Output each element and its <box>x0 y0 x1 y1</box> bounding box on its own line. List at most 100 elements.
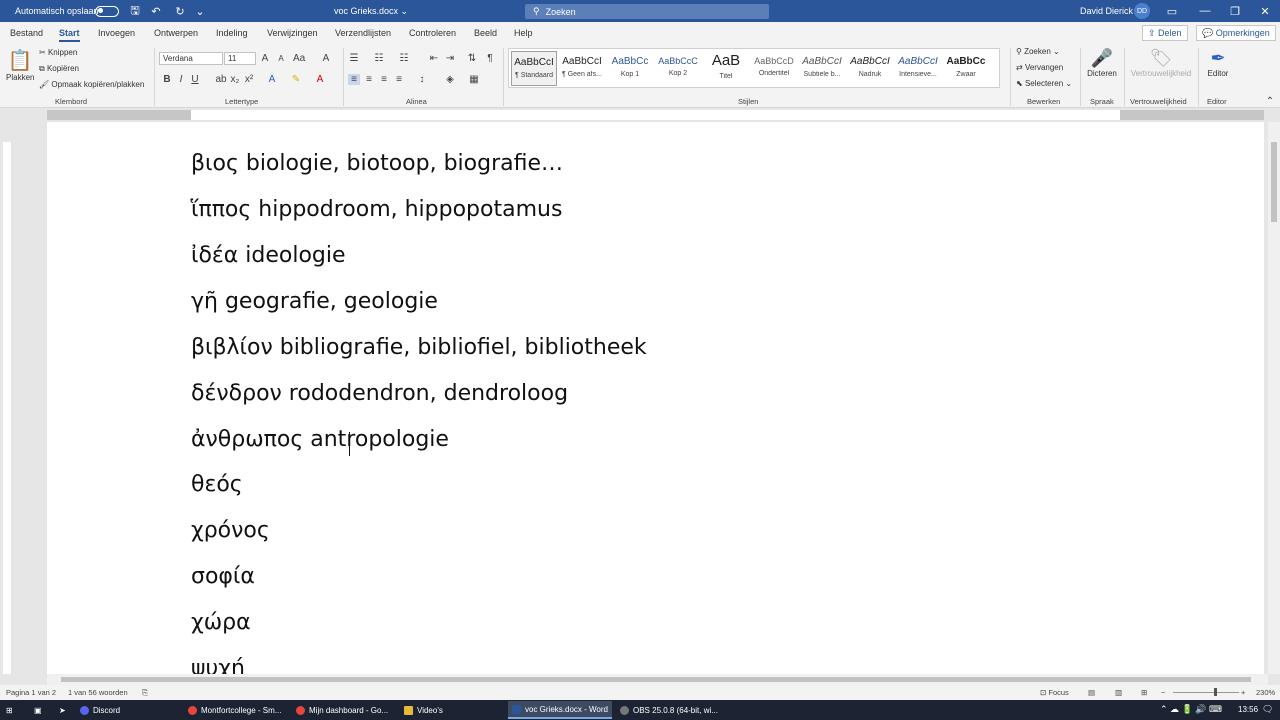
style-nadruk[interactable]: AaBbCcI Nadruk <box>847 51 893 86</box>
document-line[interactable]: βιβλίον bibliografie, bibliofiel, biblio… <box>191 335 647 360</box>
document-title[interactable]: voc Grieks.docx ⌄ <box>334 0 408 22</box>
style-subtiele-benadrukking[interactable]: AaBbCcI Subtiele b... <box>799 51 845 86</box>
tab-indeling[interactable]: Indeling <box>216 28 248 38</box>
select-button[interactable]: ⬉ Selecteren ⌄ <box>1016 79 1072 88</box>
print-layout-icon[interactable]: ▥ <box>1115 688 1122 697</box>
shrink-font-icon[interactable]: A <box>275 54 287 63</box>
document-line[interactable]: ἰδέα ideologie <box>191 243 346 268</box>
undo-icon[interactable]: ↶ <box>148 0 164 22</box>
sensitivity-button[interactable]: 🏷 Vertrouwelijkheid <box>1128 48 1194 78</box>
taskbar-app-discord[interactable]: Discord <box>76 701 180 719</box>
copy-button[interactable]: ⧉ Kopiëren <box>39 64 79 74</box>
document-page[interactable]: βιος biologie, biotoop, biografie… ἵππος… <box>47 122 1264 674</box>
style-geen-afstand[interactable]: AaBbCcI ¶ Geen afs... <box>559 51 605 86</box>
tab-start[interactable]: Start <box>59 28 80 42</box>
share-button[interactable]: ⇪ Delen <box>1142 25 1188 41</box>
focus-button[interactable]: ⊡ Focus <box>1040 688 1069 697</box>
taskbar-app-word[interactable]: voc Grieks.docx - Word <box>508 701 612 719</box>
document-line[interactable]: σοφία <box>191 564 255 589</box>
tab-verwijzingen[interactable]: Verwijzingen <box>267 28 318 38</box>
tab-beeld[interactable]: Beeld <box>474 28 497 38</box>
maximize-icon[interactable]: ❐ <box>1220 0 1250 22</box>
document-line[interactable]: ἵππος hippodroom, hippopotamus <box>191 197 562 222</box>
document-line[interactable]: θεός <box>191 472 243 497</box>
style-intensieve-nadruk[interactable]: AaBbCcI Intensieve... <box>895 51 941 86</box>
notifications-icon[interactable]: 🗨 <box>1262 704 1273 715</box>
customize-quick-access-icon[interactable]: ⌄ <box>192 0 208 22</box>
comments-button[interactable]: 💬 Opmerkingen <box>1196 25 1276 41</box>
system-tray-icons[interactable]: ⌃ ☁ 🔋 🔊 ⌨ <box>1160 704 1222 715</box>
document-line[interactable]: δένδρον rododendron, dendroloog <box>191 381 568 406</box>
borders-icon[interactable]: ▦ <box>468 74 480 85</box>
style-zwaar[interactable]: AaBbCc Zwaar <box>943 51 989 86</box>
document-line[interactable]: ἀνθρωπος antropologie <box>191 427 449 452</box>
highlight-icon[interactable]: ✎ <box>290 74 302 85</box>
zoom-slider-thumb[interactable] <box>1214 688 1217 696</box>
read-mode-icon[interactable]: ▤ <box>1088 688 1095 697</box>
ribbon-display-options-icon[interactable]: ▭ <box>1157 0 1187 22</box>
justify-icon[interactable]: ≡ <box>393 74 405 85</box>
align-center-icon[interactable]: ≡ <box>363 74 375 85</box>
minimize-icon[interactable]: — <box>1190 0 1220 22</box>
paste-button[interactable]: 📋 Plakken <box>6 48 34 82</box>
zoom-in-icon[interactable]: + <box>1241 688 1245 697</box>
document-line[interactable]: βιος biologie, biotoop, biografie… <box>191 151 563 176</box>
autosave-toggle[interactable] <box>95 0 119 22</box>
tab-bestand[interactable]: Bestand <box>10 28 43 38</box>
editor-button[interactable]: ✒ Editor <box>1202 48 1234 78</box>
italic-icon[interactable]: I <box>175 74 187 85</box>
pinned-app-icon[interactable]: ➤ <box>55 701 71 719</box>
task-view-icon[interactable]: ▣ <box>30 701 46 719</box>
taskbar-app-obs[interactable]: OBS 25.0.8 (64-bit, wi... <box>616 701 720 719</box>
tab-verzendlijsten[interactable]: Verzendlijsten <box>335 28 391 38</box>
dictate-button[interactable]: 🎤 Dicteren <box>1086 48 1118 78</box>
search-box[interactable]: ⚲ Zoeken <box>525 4 769 19</box>
word-count[interactable]: 1 van 56 woorden <box>68 688 128 697</box>
collapse-ribbon-icon[interactable]: ⌃ <box>1264 96 1276 107</box>
tab-controleren[interactable]: Controleren <box>409 28 456 38</box>
bold-icon[interactable]: B <box>161 74 173 85</box>
vertical-ruler[interactable] <box>0 122 14 674</box>
multilevel-list-icon[interactable]: ☷ <box>398 53 410 64</box>
redo-icon[interactable]: ↻ <box>172 0 188 22</box>
zoom-slider[interactable] <box>1173 692 1239 693</box>
format-painter-button[interactable]: 🖌 Opmaak kopiëren/plakken <box>39 80 144 89</box>
font-color-icon[interactable]: A <box>314 74 326 85</box>
clock[interactable]: 13:56 <box>1238 705 1258 714</box>
document-line[interactable]: ψυχή <box>191 656 245 674</box>
document-area[interactable]: βιος biologie, biotoop, biografie… ἵππος… <box>14 122 1268 674</box>
zoom-level[interactable]: 230% <box>1256 688 1275 697</box>
superscript-icon[interactable]: x² <box>243 74 255 85</box>
style-titel[interactable]: AaB Titel <box>703 51 749 86</box>
style-kop-1[interactable]: AaBbCc Kop 1 <box>607 51 653 86</box>
clear-formatting-icon[interactable]: A <box>320 53 332 64</box>
find-button[interactable]: ⚲ Zoeken ⌄ <box>1016 47 1060 56</box>
web-layout-icon[interactable]: ⊞ <box>1141 688 1147 697</box>
sort-icon[interactable]: ⇅ <box>466 53 478 64</box>
grow-font-icon[interactable]: A <box>259 53 271 64</box>
proofing-icon[interactable]: ⎘ <box>142 688 148 698</box>
horizontal-ruler[interactable] <box>0 108 1280 122</box>
increase-indent-icon[interactable]: ⇥ <box>444 53 456 64</box>
close-icon[interactable]: ✕ <box>1250 0 1280 22</box>
page-count[interactable]: Pagina 1 van 2 <box>6 688 56 697</box>
tab-invoegen[interactable]: Invoegen <box>98 28 135 38</box>
document-line[interactable]: γῆ geografie, geologie <box>191 289 438 314</box>
line-spacing-icon[interactable]: ↕ <box>416 74 428 85</box>
text-effects-icon[interactable]: A <box>266 74 278 85</box>
document-line[interactable]: χώρα <box>191 610 251 635</box>
subscript-icon[interactable]: x₂ <box>229 74 241 85</box>
font-size-select[interactable]: 11 <box>224 52 256 65</box>
change-case-icon[interactable]: Aa <box>293 53 305 64</box>
shading-icon[interactable]: ◈ <box>444 74 456 85</box>
style-ondertitel[interactable]: AaBbCcD Ondertitel <box>751 51 797 86</box>
save-icon[interactable]: 🖫 <box>127 0 143 22</box>
taskbar-app-videos[interactable]: Video's <box>400 701 504 719</box>
align-left-icon[interactable]: ≡ <box>348 74 360 85</box>
strikethrough-icon[interactable]: ab <box>215 74 227 85</box>
replace-button[interactable]: ⇄ Vervangen <box>1016 63 1063 72</box>
align-right-icon[interactable]: ≡ <box>378 74 390 85</box>
avatar[interactable]: DD <box>1134 3 1150 19</box>
decrease-indent-icon[interactable]: ⇤ <box>428 53 440 64</box>
document-line[interactable]: χρόνος <box>191 518 270 543</box>
